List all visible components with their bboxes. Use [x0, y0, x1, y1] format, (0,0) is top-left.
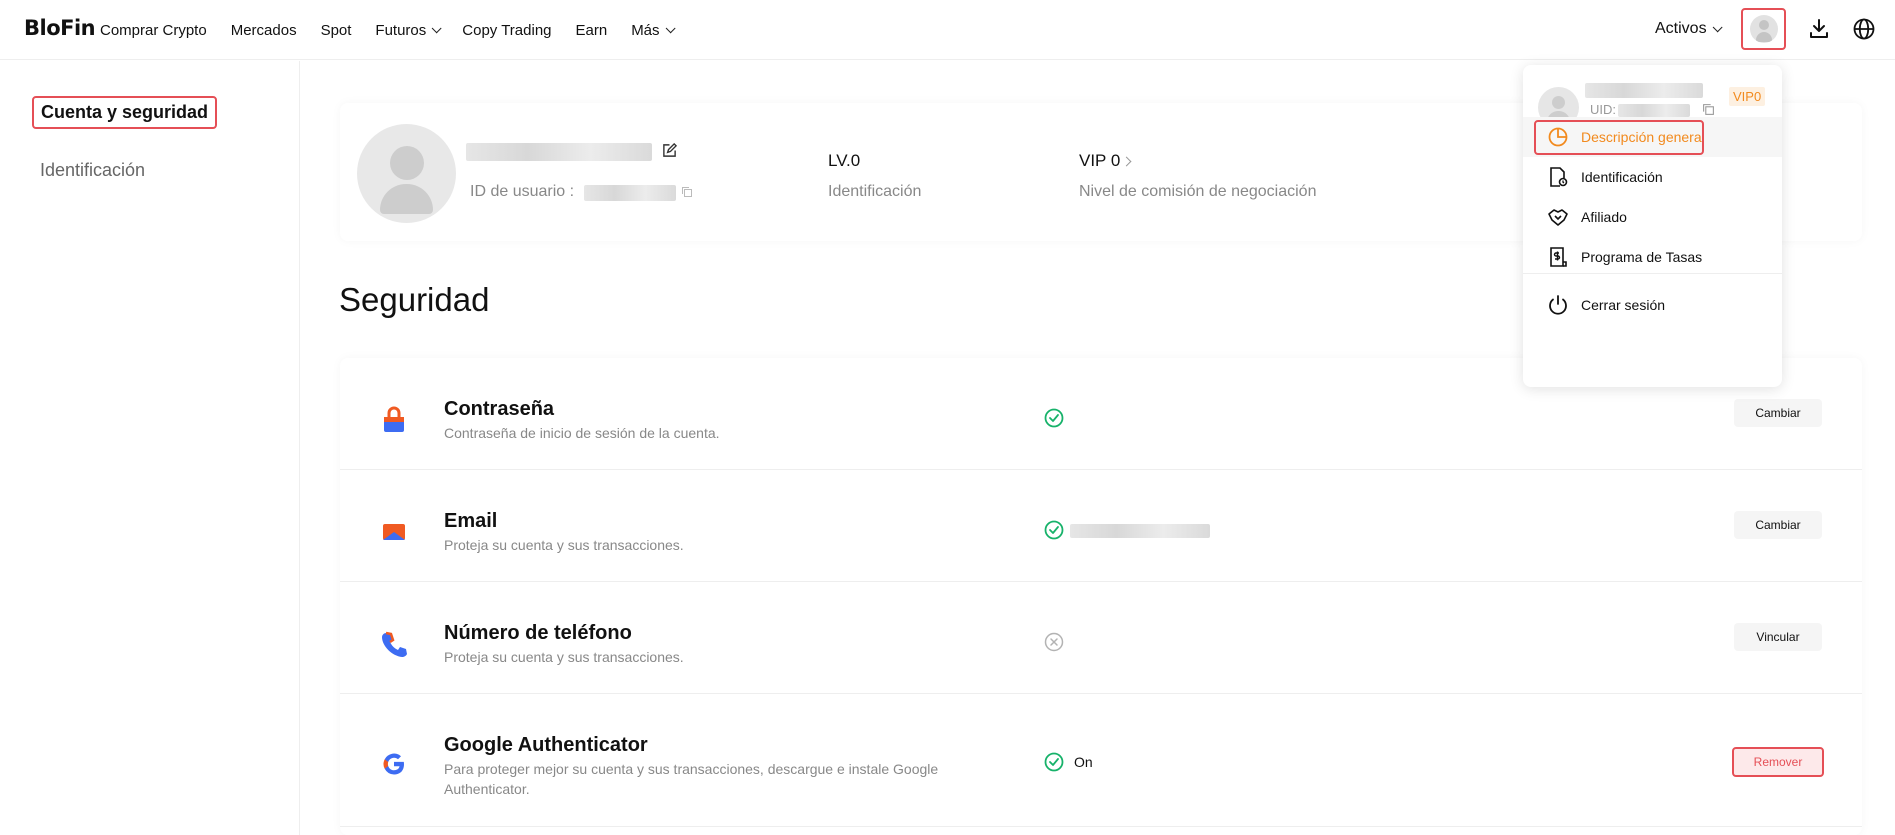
- level-label: Identificación: [828, 183, 922, 200]
- avatar: [1749, 15, 1778, 43]
- id-document-icon: [1550, 167, 1568, 187]
- globe-icon[interactable]: [1852, 17, 1876, 41]
- copy-icon[interactable]: [681, 186, 693, 198]
- cambiar-password-button[interactable]: Cambiar: [1734, 399, 1822, 427]
- power-icon: [1549, 295, 1567, 315]
- vip-value: VIP 0: [1079, 151, 1121, 170]
- sidebar-item-cuenta-seguridad[interactable]: Cuenta y seguridad: [32, 96, 218, 129]
- menu-item-afiliado[interactable]: Afiliado: [1523, 197, 1782, 237]
- blofin-logo[interactable]: BloFin: [24, 16, 96, 40]
- row-title: Contraseña: [444, 398, 555, 420]
- security-row-phone: Número de teléfono Proteja su cuenta y s…: [340, 582, 1862, 694]
- remover-authenticator-button[interactable]: Remover: [1732, 747, 1824, 777]
- nav-copy-trading[interactable]: Copy Trading: [462, 22, 551, 39]
- row-title: Google Authenticator: [444, 734, 648, 756]
- row-title: Email: [444, 510, 498, 532]
- fee-document-icon: [1550, 247, 1567, 267]
- main-nav: Comprar Crypto Mercados Spot Futuros Cop…: [100, 0, 696, 60]
- menu-item-label: Afiliado: [1581, 209, 1627, 225]
- nav-label: Earn: [575, 21, 608, 39]
- menu-item-identificacion[interactable]: Identificación: [1523, 157, 1782, 197]
- nav-comprar-crypto[interactable]: Comprar Crypto: [100, 22, 207, 39]
- section-title: Seguridad: [339, 281, 490, 318]
- email-redacted: [1070, 524, 1210, 538]
- nav-mercados[interactable]: Mercados: [231, 22, 297, 39]
- nav-label: Comprar Crypto: [100, 21, 207, 39]
- chevron-down-icon: [1712, 21, 1723, 32]
- phone-icon: [382, 631, 407, 657]
- menu-item-label: Programa de Tasas: [1581, 249, 1703, 265]
- top-navbar: BloFin Comprar Crypto Mercados Spot Futu…: [0, 0, 1895, 60]
- vincular-phone-button[interactable]: Vincular: [1734, 623, 1822, 651]
- user-id-redacted: [584, 185, 676, 201]
- row-description: Proteja su cuenta y sus transacciones.: [444, 537, 684, 553]
- level-value: LV.0: [828, 151, 861, 170]
- nav-mas[interactable]: Más: [631, 21, 676, 39]
- cambiar-email-button[interactable]: Cambiar: [1734, 511, 1822, 539]
- vip-badge: VIP0: [1729, 87, 1766, 106]
- username-redacted: [1585, 83, 1703, 98]
- nav-spot[interactable]: Spot: [321, 22, 352, 39]
- edit-icon[interactable]: [662, 143, 677, 158]
- menu-item-label: Cerrar sesión: [1581, 297, 1666, 313]
- activos-label: Activos: [1655, 20, 1707, 37]
- pie-chart-icon: [1548, 127, 1568, 147]
- vip-level-link[interactable]: VIP 0: [1079, 151, 1132, 171]
- row-description: Para proteger mejor su cuenta y sus tran…: [444, 761, 939, 797]
- chevron-down-icon: [431, 22, 442, 33]
- x-circle-icon: [1044, 632, 1064, 652]
- row-description: Contraseña de inicio de sesión de la cue…: [444, 425, 720, 441]
- nav-futuros[interactable]: Futuros: [375, 21, 442, 39]
- row-description: Proteja su cuenta y sus transacciones.: [444, 649, 684, 665]
- nav-label: Más: [631, 21, 660, 39]
- google-icon: [383, 753, 404, 775]
- check-circle-icon: [1044, 752, 1064, 772]
- download-icon[interactable]: [1807, 17, 1831, 41]
- menu-item-programa-de-tasas[interactable]: Programa de Tasas: [1523, 237, 1782, 277]
- menu-divider: [1523, 273, 1782, 274]
- user-id-label: ID de usuario :: [470, 183, 575, 200]
- menu-item-label: Identificación: [1581, 169, 1663, 185]
- envelope-icon: [383, 524, 405, 540]
- vip-label: Nivel de comisión de negociación: [1079, 183, 1317, 200]
- check-circle-icon: [1044, 408, 1064, 428]
- menu-item-label: Descripción general: [1581, 129, 1705, 145]
- sidebar-item-identificacion[interactable]: Identificación: [40, 160, 145, 181]
- nav-label: Mercados: [230, 21, 297, 39]
- check-circle-icon: [1044, 520, 1064, 540]
- uid-redacted: [1618, 104, 1690, 117]
- user-dropdown-menu: UID: VIP0 Descripción general Identifica…: [1523, 65, 1782, 387]
- nav-label: Copy Trading: [462, 21, 552, 39]
- profile-avatar: [357, 124, 456, 223]
- activos-menu[interactable]: Activos: [1655, 20, 1723, 38]
- uid-label: UID:: [1590, 102, 1616, 117]
- username-redacted: [466, 143, 652, 161]
- lock-bag-icon: [384, 406, 404, 432]
- row-title: Número de teléfono: [444, 622, 632, 644]
- security-card: Contraseña Contraseña de inicio de sesió…: [340, 358, 1862, 835]
- copy-icon[interactable]: [1702, 103, 1715, 116]
- chevron-right-icon: [1121, 156, 1132, 166]
- chevron-down-icon: [665, 22, 676, 33]
- security-row-google-authenticator: Google Authenticator Para proteger mejor…: [340, 694, 1862, 827]
- nav-earn[interactable]: Earn: [576, 22, 608, 39]
- menu-item-descripcion-general[interactable]: Descripción general: [1523, 117, 1782, 157]
- security-row-email: Email Proteja su cuenta y sus transaccio…: [340, 470, 1862, 582]
- nav-label: Futuros: [375, 21, 427, 39]
- menu-item-cerrar-sesion[interactable]: Cerrar sesión: [1523, 285, 1782, 325]
- nav-label: Spot: [320, 21, 352, 39]
- status-text: On: [1074, 754, 1093, 770]
- user-avatar-button[interactable]: [1741, 8, 1786, 50]
- handshake-icon: [1548, 209, 1568, 226]
